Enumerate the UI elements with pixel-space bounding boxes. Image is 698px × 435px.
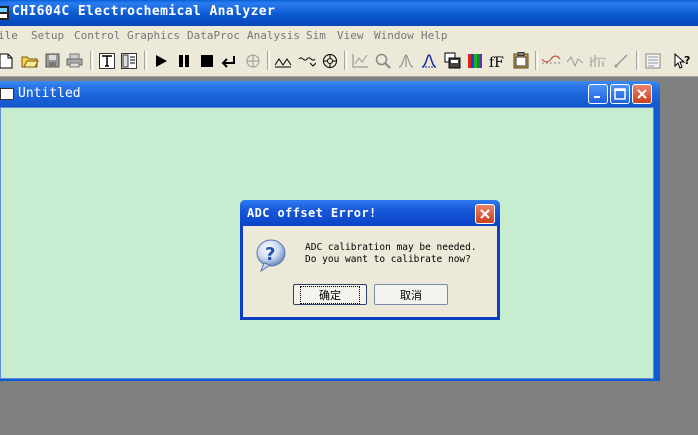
- ok-button[interactable]: 确定: [293, 284, 367, 305]
- maximize-icon: [614, 88, 626, 100]
- save-icon[interactable]: [42, 50, 62, 71]
- color-icon[interactable]: [465, 50, 485, 71]
- toolbar-separator: [344, 51, 347, 70]
- svg-text:?: ?: [265, 244, 275, 265]
- menu-setup[interactable]: Setup: [31, 29, 64, 42]
- dialog-message-line2: Do you want to calibrate now?: [305, 254, 471, 265]
- close-button[interactable]: [632, 84, 652, 104]
- zoom-icon[interactable]: [373, 50, 393, 71]
- fit-icon[interactable]: [611, 50, 631, 71]
- filter-icon[interactable]: [297, 50, 317, 71]
- dialog-message: ADC calibration may be needed. Do you wa…: [305, 242, 477, 266]
- minimize-icon: [594, 96, 600, 98]
- toolbar-separator: [267, 51, 270, 70]
- question-icon: ?: [256, 239, 286, 272]
- scan-direction-icon[interactable]: [243, 50, 263, 71]
- child-window-titlebar[interactable]: Untitled: [0, 81, 660, 107]
- toolbar-separator: [535, 51, 538, 70]
- document-icon: [0, 88, 14, 100]
- toolbar-separator: [90, 51, 93, 70]
- stop-icon[interactable]: [197, 50, 217, 71]
- menu-help[interactable]: Help: [421, 29, 448, 42]
- close-icon: [480, 209, 490, 219]
- menu-view[interactable]: View: [337, 29, 364, 42]
- menu-dataproc[interactable]: DataProc: [187, 29, 240, 42]
- toolbar-separator: [636, 51, 639, 70]
- dialog-title: ADC offset Error!: [247, 206, 377, 220]
- svg-text:fF: fF: [489, 55, 504, 69]
- parameters-icon[interactable]: [119, 50, 139, 71]
- overlay-icon[interactable]: [442, 50, 462, 71]
- menu-analysis[interactable]: Analysis: [247, 29, 300, 42]
- menu-bar: ile Setup Control Graphics DataProc Anal…: [0, 26, 698, 46]
- app-titlebar[interactable]: CHI604C Electrochemical Analyzer: [0, 0, 698, 26]
- error-dialog: ADC offset Error! ? ADC calibration may …: [240, 200, 500, 320]
- close-icon: [637, 89, 647, 99]
- open-folder-icon[interactable]: [20, 50, 40, 71]
- maximize-button[interactable]: [610, 84, 630, 104]
- print-icon[interactable]: [64, 50, 84, 71]
- font-icon[interactable]: fF: [487, 50, 507, 71]
- app-title: CHI604C Electrochemical Analyzer: [12, 4, 276, 19]
- help-pointer-icon[interactable]: ?: [673, 50, 693, 71]
- smooth-icon[interactable]: [541, 50, 561, 71]
- menu-sim[interactable]: Sim: [306, 29, 326, 42]
- toolbar: fF ?: [0, 46, 698, 77]
- ir-comp-icon[interactable]: [273, 50, 293, 71]
- child-window-title: Untitled: [18, 86, 81, 101]
- app-icon: [0, 6, 9, 20]
- notepad-icon[interactable]: [643, 50, 663, 71]
- menu-graphics[interactable]: Graphics: [127, 29, 180, 42]
- baseline-icon[interactable]: [419, 50, 439, 71]
- cell-control-icon[interactable]: [320, 50, 340, 71]
- reverse-scan-icon[interactable]: [219, 50, 239, 71]
- toolbar-separator: [144, 51, 147, 70]
- graph-options-icon[interactable]: [350, 50, 370, 71]
- peak-icon[interactable]: [396, 50, 416, 71]
- new-file-icon[interactable]: [0, 50, 16, 71]
- clipboard-icon[interactable]: [511, 50, 531, 71]
- technique-icon[interactable]: [97, 50, 117, 71]
- run-icon[interactable]: [151, 50, 171, 71]
- derivative-icon[interactable]: [565, 50, 585, 71]
- svg-text:?: ?: [684, 54, 690, 67]
- menu-window[interactable]: Window: [374, 29, 414, 42]
- dialog-titlebar[interactable]: ADC offset Error!: [240, 200, 500, 226]
- cancel-button[interactable]: 取消: [374, 284, 448, 305]
- cancel-button-label: 取消: [400, 288, 422, 302]
- dialog-message-line1: ADC calibration may be needed.: [305, 242, 477, 253]
- minimize-button[interactable]: [588, 84, 608, 104]
- dialog-body: ? ADC calibration may be needed. Do you …: [243, 226, 497, 317]
- ok-button-label: 确定: [300, 285, 360, 304]
- pause-icon[interactable]: [174, 50, 194, 71]
- integrate-icon[interactable]: [588, 50, 608, 71]
- menu-control[interactable]: Control: [74, 29, 120, 42]
- dialog-close-button[interactable]: [475, 204, 495, 224]
- menu-file[interactable]: ile: [0, 29, 18, 42]
